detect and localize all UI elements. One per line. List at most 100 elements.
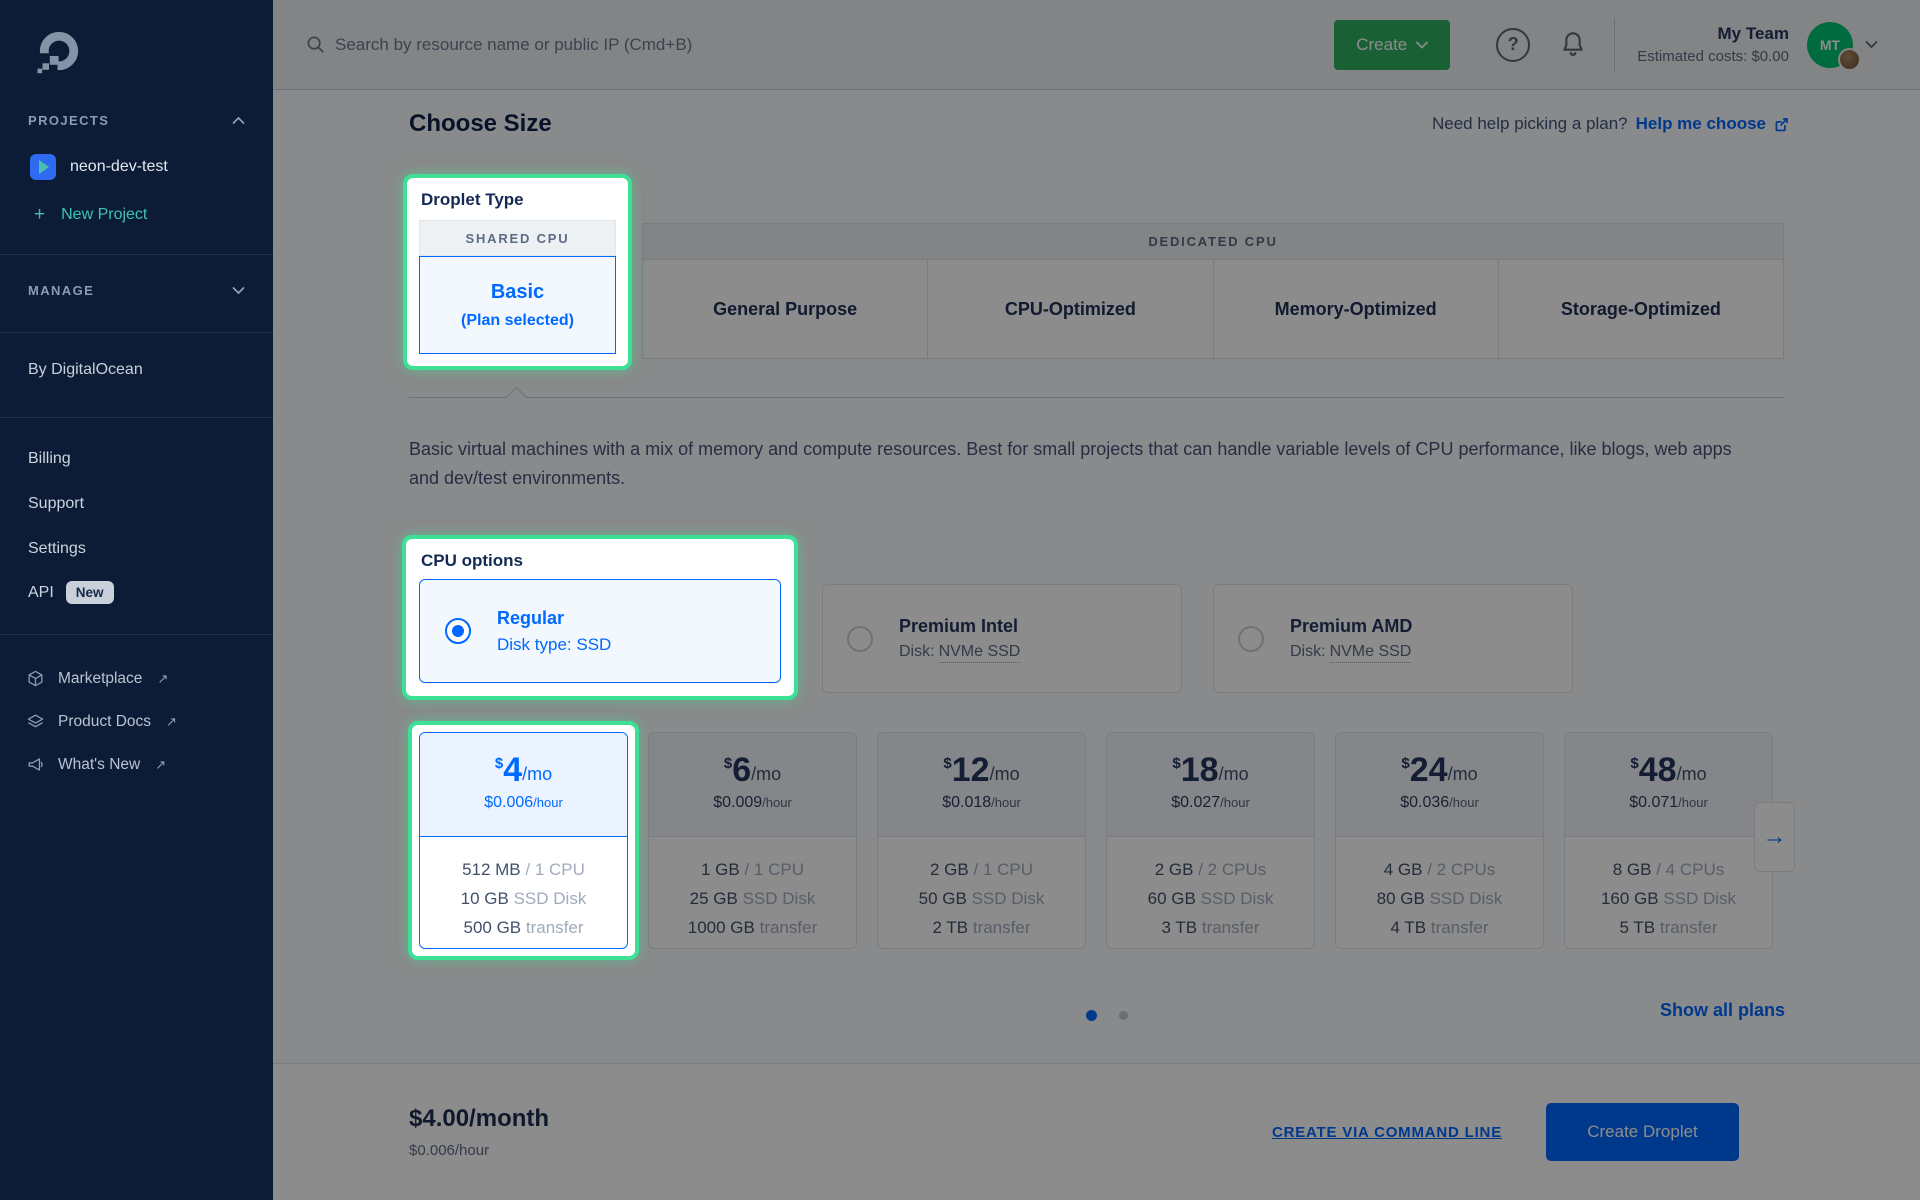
digitalocean-logo-icon[interactable] xyxy=(36,28,273,79)
page-head: Choose Size Need help picking a plan? He… xyxy=(409,110,1790,138)
plan-card-4mo[interactable]: $4/mo $0.006/hour 512 MB / 1 CPU 10 GB S… xyxy=(419,732,628,949)
notifications-button[interactable] xyxy=(1558,29,1588,61)
choose-size-section: Choose Size Need help picking a plan? He… xyxy=(273,90,1920,1063)
cpu-option-premium-amd[interactable]: Premium AMD Disk:NVMe SSD xyxy=(1213,584,1573,693)
chevron-down-icon xyxy=(232,286,245,295)
create-button-label: Create xyxy=(1356,35,1407,55)
show-all-plans-link[interactable]: Show all plans xyxy=(1660,1000,1785,1021)
droplet-type-label: Droplet Type xyxy=(421,190,616,210)
topbar-divider xyxy=(1614,18,1615,72)
new-project-button[interactable]: + New Project xyxy=(34,204,249,226)
summary-footer: $4.00/month $0.006/hour CREATE VIA COMMA… xyxy=(273,1063,1920,1200)
sidebar-item-billing[interactable]: Billing xyxy=(28,450,245,468)
search-icon xyxy=(306,35,325,54)
sidebar-divider xyxy=(0,254,273,255)
premium-intel-subtitle: Disk:NVMe SSD xyxy=(899,643,1020,661)
sidebar-divider xyxy=(0,417,273,418)
plan-card-6mo[interactable]: $6/mo $0.009/hour 1 GB / 1 CPU 25 GB SSD… xyxy=(648,732,857,949)
sidebar-item-api[interactable]: API New xyxy=(28,581,245,604)
page-title: Choose Size xyxy=(409,110,552,138)
tab-cpu-optimized[interactable]: CPU-Optimized xyxy=(928,260,1213,358)
tab-storage-optimized[interactable]: Storage-Optimized xyxy=(1499,260,1783,358)
footer-actions: CREATE VIA COMMAND LINE Create Droplet xyxy=(1272,1103,1739,1161)
search-input[interactable] xyxy=(335,35,895,55)
tab-general-purpose[interactable]: General Purpose xyxy=(643,260,928,358)
external-arrow-icon: ↗ xyxy=(155,757,166,773)
sidebar-item-project[interactable]: neon-dev-test xyxy=(30,154,249,180)
create-button[interactable]: Create xyxy=(1334,20,1450,70)
avatar-initials: MT xyxy=(1820,37,1840,53)
tab-underline xyxy=(409,397,1784,398)
help-me-choose-link[interactable]: Help me choose xyxy=(1636,114,1790,134)
radio-unselected-icon xyxy=(1238,626,1264,652)
shared-cpu-header: SHARED CPU xyxy=(419,220,616,256)
next-plans-button[interactable]: → xyxy=(1754,802,1795,872)
topbar: Create ? My Team Estimated costs: $0.00 … xyxy=(273,0,1920,90)
project-icon xyxy=(30,154,56,180)
create-droplet-page: PROJECTS neon-dev-test + New Project MAN… xyxy=(0,0,1920,1200)
layers-icon xyxy=(26,712,45,731)
question-mark-icon: ? xyxy=(1508,34,1519,55)
tab-memory-optimized[interactable]: Memory-Optimized xyxy=(1214,260,1499,358)
premium-amd-title: Premium AMD xyxy=(1290,616,1412,637)
sidebar-item-product-docs[interactable]: Product Docs ↗ xyxy=(26,712,249,731)
cpu-option-premium-intel[interactable]: Premium Intel Disk:NVMe SSD xyxy=(822,584,1182,693)
help-row: Need help picking a plan? Help me choose xyxy=(1432,114,1790,134)
premium-intel-title: Premium Intel xyxy=(899,616,1020,637)
droplet-type-highlight: Droplet Type SHARED CPU Basic (Plan sele… xyxy=(403,174,632,370)
tab-basic-selected[interactable]: Basic (Plan selected) xyxy=(419,256,616,354)
account-menu-button[interactable] xyxy=(1865,40,1878,49)
sidebar-projects-header[interactable]: PROJECTS xyxy=(28,113,245,128)
sidebar-item-whats-new[interactable]: What's New ↗ xyxy=(26,755,249,774)
topbar-actions: Create ? My Team Estimated costs: $0.00 … xyxy=(1334,18,1878,72)
sidebar-item-marketplace[interactable]: Marketplace ↗ xyxy=(26,669,249,688)
plan-card-18mo[interactable]: $18/mo $0.027/hour 2 GB / 2 CPUs 60 GB S… xyxy=(1106,732,1315,949)
team-name: My Team xyxy=(1637,24,1789,44)
plan-card-12mo[interactable]: $12/mo $0.018/hour 2 GB / 1 CPU 50 GB SS… xyxy=(877,732,1086,949)
plan-card-24mo[interactable]: $24/mo $0.036/hour 4 GB / 2 CPUs 80 GB S… xyxy=(1335,732,1544,949)
cpu-options-highlight: CPU options Regular Disk type: SSD xyxy=(402,535,798,700)
selected-plan-highlight: $4/mo $0.006/hour 512 MB / 1 CPU 10 GB S… xyxy=(408,721,639,960)
sidebar-divider xyxy=(0,634,273,635)
sidebar-item-support[interactable]: Support xyxy=(28,495,245,513)
account-avatar[interactable]: MT xyxy=(1807,22,1853,68)
sidebar-manage-header[interactable]: MANAGE xyxy=(28,283,245,298)
plus-icon: + xyxy=(34,204,45,226)
sidebar-divider xyxy=(0,332,273,333)
sidebar-item-settings[interactable]: Settings xyxy=(28,540,245,558)
plan-card-48mo[interactable]: $48/mo $0.071/hour 8 GB / 4 CPUs 160 GB … xyxy=(1564,732,1773,949)
help-prompt: Need help picking a plan? xyxy=(1432,114,1628,134)
dedicated-cpu-tabs: General Purpose CPU-Optimized Memory-Opt… xyxy=(643,260,1783,358)
regular-subtitle: Disk type: SSD xyxy=(497,635,611,655)
cpu-option-regular[interactable]: Regular Disk type: SSD xyxy=(419,579,781,683)
manage-header-label: MANAGE xyxy=(28,283,94,298)
chevron-up-icon xyxy=(232,116,245,125)
cube-icon xyxy=(26,669,45,688)
arrow-right-icon: → xyxy=(1763,823,1787,851)
monthly-total: $4.00/month xyxy=(409,1105,549,1133)
marketplace-label: Marketplace xyxy=(58,670,142,688)
plan-selected-label: (Plan selected) xyxy=(461,312,574,330)
dedicated-cpu-header: DEDICATED CPU xyxy=(643,224,1783,260)
basic-tab-label: Basic xyxy=(491,281,544,304)
cpu-options-label: CPU options xyxy=(421,551,781,571)
totals-block: $4.00/month $0.006/hour xyxy=(409,1105,549,1159)
project-name-label: neon-dev-test xyxy=(70,158,168,176)
pagination-dot[interactable] xyxy=(1119,1011,1128,1020)
help-button[interactable]: ? xyxy=(1496,28,1530,62)
pagination-dot-active[interactable] xyxy=(1086,1010,1097,1021)
search-bar xyxy=(306,35,895,55)
regular-title: Regular xyxy=(497,608,611,629)
bell-icon xyxy=(1558,29,1588,61)
sidebar: PROJECTS neon-dev-test + New Project MAN… xyxy=(0,0,273,1200)
chevron-down-icon xyxy=(1865,40,1878,49)
create-droplet-button[interactable]: Create Droplet xyxy=(1546,1103,1739,1161)
selected-tab-caret xyxy=(506,386,527,407)
external-arrow-icon: ↗ xyxy=(157,671,168,687)
user-avatar xyxy=(1838,48,1861,71)
premium-amd-subtitle: Disk:NVMe SSD xyxy=(1290,643,1412,661)
create-via-command-line-link[interactable]: CREATE VIA COMMAND LINE xyxy=(1272,1124,1502,1141)
estimated-costs: Estimated costs: $0.00 xyxy=(1637,48,1789,65)
plan-description: Basic virtual machines with a mix of mem… xyxy=(409,435,1739,493)
sidebar-item-by-digitalocean[interactable]: By DigitalOcean xyxy=(28,361,245,379)
